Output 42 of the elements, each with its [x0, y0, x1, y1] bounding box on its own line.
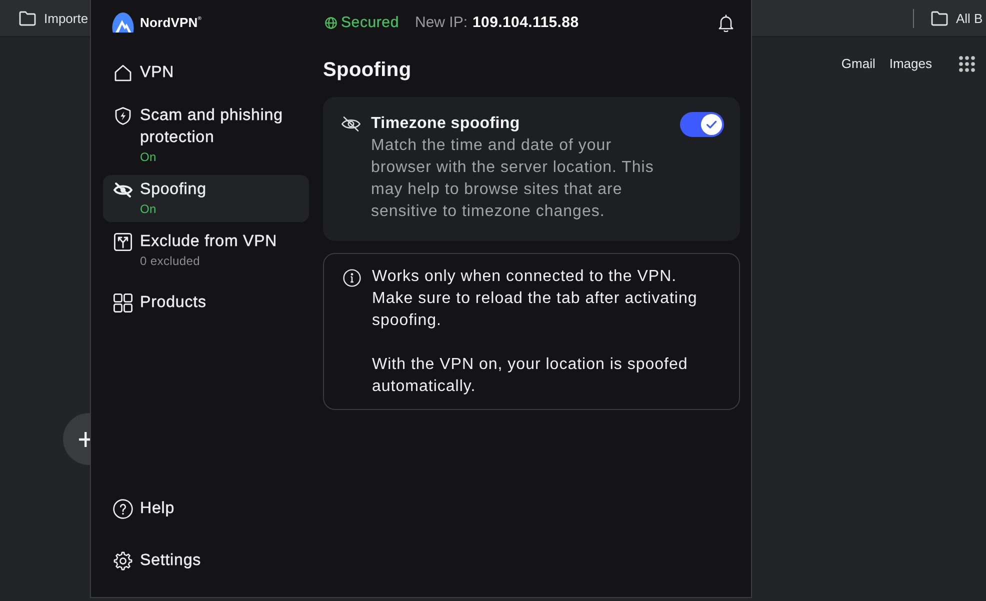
info-text: With the VPN on, your location is spoofed automatically. — [372, 355, 689, 397]
page-title: Spoofing — [323, 58, 412, 83]
status-text: On — [140, 149, 158, 165]
bookmark-folder[interactable]: Importe — [19, 10, 88, 26]
sidebar-item[interactable]: Products — [103, 279, 309, 326]
settings-icon — [113, 550, 133, 570]
status-text: On — [140, 201, 158, 217]
folder-icon — [931, 10, 948, 26]
eye-slash-icon — [113, 180, 133, 200]
feature-description: Match the time and date of your browser with the server location. This may help to browse sites that are sensitive to timezone changes. — [371, 136, 655, 222]
header-link[interactable]: Gmail — [841, 53, 876, 75]
info-text: Works only when connected to the VPN. Make sure to reload the tab after activating spoofing. — [372, 267, 698, 331]
home-icon — [113, 62, 133, 82]
notifications-button[interactable] — [718, 14, 734, 32]
bell-icon — [718, 14, 734, 32]
eye-slash-icon — [341, 116, 361, 132]
all-bookmarks-folder[interactable]: All B — [931, 10, 983, 26]
mountain-logo-icon — [111, 12, 135, 33]
toggle-switch[interactable] — [680, 112, 724, 137]
header-link[interactable]: Images — [889, 53, 932, 75]
grid-icon — [113, 292, 133, 312]
sidebar-item[interactable]: Spoofing On — [103, 175, 309, 222]
folder-icon — [19, 10, 36, 26]
feature-title: Timezone spoofing — [371, 114, 521, 134]
check-icon — [701, 114, 722, 135]
add-shortcut-button[interactable] — [63, 413, 90, 465]
apps-icon[interactable] — [959, 56, 975, 72]
shield-bolt-icon — [113, 106, 133, 126]
sidebar-item[interactable]: VPN — [103, 49, 309, 96]
sidebar-item[interactable]: Scam and phishing protection On — [103, 101, 309, 170]
info-icon — [343, 269, 361, 287]
sidebar-item[interactable]: Exclude from VPN 0 excluded — [103, 227, 309, 274]
ip-label: New IP: — [414, 14, 468, 31]
help-icon — [113, 498, 133, 518]
connection-status: Secured — [341, 14, 399, 31]
plus-icon — [79, 432, 90, 446]
brand-name: NordVPN$^{®}$ — [140, 15, 202, 30]
ip-address: 109.104.115.88 — [472, 14, 579, 31]
sidebar-item[interactable]: Settings — [103, 537, 309, 584]
globe-icon — [325, 16, 337, 28]
sidebar-item[interactable]: Help — [103, 485, 309, 532]
count-text: 0 excluded — [140, 253, 202, 269]
